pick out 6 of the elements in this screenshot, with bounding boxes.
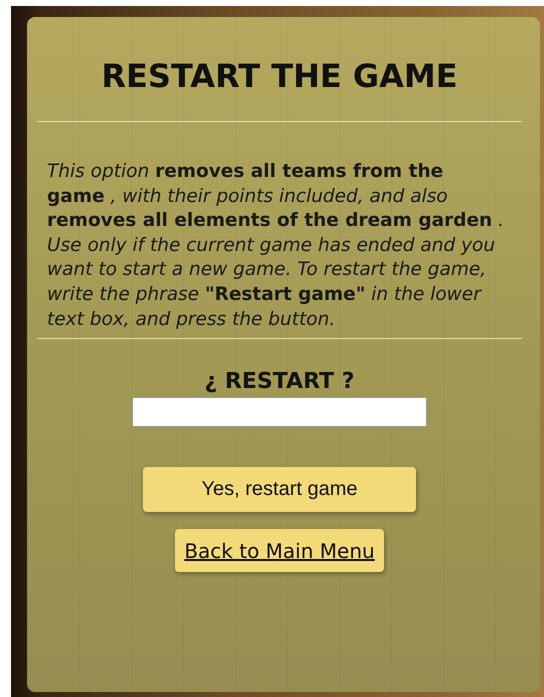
page-title: RESTART THE GAME (101, 57, 458, 95)
confirm-label: ¿ RESTART ? (204, 369, 354, 394)
description-text: This option removes all teams from the game, with their points included, and also removes all elements of the dream garden . Use only if the current game has ended and you want to start a new game. To restart the game, write the phrase "Restart game" in the lower text box, and press the button. (46, 160, 505, 332)
main-menu-button[interactable]: Back to Main Menu (175, 529, 384, 572)
restart-button[interactable]: Yes, restart game (143, 467, 416, 512)
confirm-input-field[interactable] (132, 397, 427, 428)
